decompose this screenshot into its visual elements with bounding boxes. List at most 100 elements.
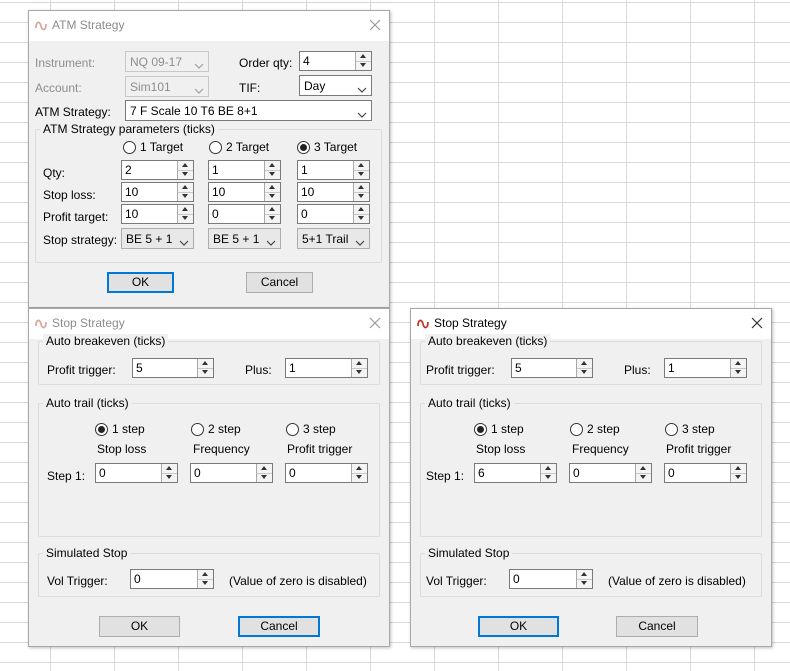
col-header-stop-loss: Stop loss — [476, 442, 526, 456]
spin-down-icon[interactable] — [265, 214, 280, 223]
simulated-stop-legend: Simulated Stop — [425, 546, 513, 560]
atm-cancel-button[interactable]: Cancel — [246, 272, 313, 293]
auto-breakeven-legend: Auto breakeven (ticks) — [425, 334, 551, 348]
col-header-profit-trigger: Profit trigger — [666, 442, 732, 456]
stop-strategy-target-2-select[interactable]: BE 5 + 1 — [208, 228, 281, 249]
plus-value: 1 — [668, 361, 675, 375]
spin-down-icon[interactable] — [354, 192, 369, 201]
tif-label: TIF: — [239, 81, 261, 95]
radio-label: 1 Target — [140, 140, 184, 154]
vol-trigger-input[interactable]: 0 — [130, 569, 214, 589]
stop-strategy-target-1-select[interactable]: BE 5 + 1 — [121, 228, 194, 249]
stop-strategy-target-3-value: 5+1 Trail 6 — [302, 232, 349, 246]
step1-label: Step 1: — [47, 469, 86, 483]
account-select[interactable]: Sim101 — [125, 76, 209, 97]
spin-down-icon[interactable] — [541, 473, 556, 482]
stop-right-cancel-button[interactable]: Cancel — [616, 616, 698, 637]
spin-down-icon[interactable] — [257, 473, 272, 482]
vol-trigger-label: Vol Trigger: — [426, 574, 487, 588]
chevron-down-icon — [266, 235, 276, 246]
spin-down-icon[interactable] — [198, 579, 213, 588]
profit-trigger-value: 5 — [136, 361, 143, 375]
stop-strategy-label: Stop strategy: — [43, 233, 118, 247]
stop-loss-target-2-input[interactable]: 10 — [208, 182, 281, 202]
atm-dialog-title: ATM Strategy — [52, 18, 125, 32]
stop-loss-target-1-value: 10 — [125, 185, 139, 199]
spin-down-icon[interactable] — [162, 473, 177, 482]
spin-down-icon[interactable] — [265, 192, 280, 201]
spin-down-icon[interactable] — [265, 170, 280, 179]
col-header-frequency: Frequency — [572, 442, 629, 456]
profit-trigger-label: Profit trigger: — [426, 363, 495, 377]
account-label: Account: — [35, 81, 82, 95]
atm-title-bar[interactable]: ATM Strategy — [29, 11, 389, 41]
qty-label: Qty: — [43, 166, 66, 180]
spin-down-icon[interactable] — [352, 368, 367, 377]
step1-profit-trigger-input[interactable]: 0 — [285, 463, 368, 483]
vol-trigger-note: (Value of zero is disabled) — [229, 574, 367, 588]
vol-trigger-note: (Value of zero is disabled) — [608, 574, 746, 588]
profit-target-2-input[interactable]: 0 — [208, 204, 281, 224]
profit-target-3-value: 0 — [301, 207, 308, 221]
vol-trigger-value: 0 — [134, 572, 141, 586]
profit-target-3-input[interactable]: 0 — [297, 204, 370, 224]
spin-down-icon[interactable] — [178, 170, 193, 179]
stop-left-ok-button[interactable]: OK — [99, 616, 180, 637]
order-qty-value: 4 — [303, 54, 310, 68]
step1-frequency-input[interactable]: 0 — [569, 463, 652, 483]
simulated-stop-legend: Simulated Stop — [43, 546, 131, 560]
spin-down-icon[interactable] — [577, 579, 592, 588]
plus-input[interactable]: 1 — [285, 358, 368, 378]
tif-select[interactable]: Day — [299, 75, 372, 96]
qty-target-1-input[interactable]: 2 — [121, 160, 194, 180]
auto-breakeven-legend: Auto breakeven (ticks) — [43, 334, 169, 348]
vol-trigger-input[interactable]: 0 — [509, 569, 593, 589]
stop-right-ok-button[interactable]: OK — [478, 616, 559, 637]
close-icon[interactable] — [749, 315, 765, 331]
step1-stop-loss-input[interactable]: 0 — [95, 463, 178, 483]
col-header-frequency: Frequency — [193, 442, 250, 456]
vol-trigger-label: Vol Trigger: — [47, 574, 108, 588]
profit-trigger-input[interactable]: 5 — [132, 358, 214, 378]
plus-input[interactable]: 1 — [664, 358, 747, 378]
spin-down-icon[interactable] — [354, 170, 369, 179]
spin-down-icon[interactable] — [178, 214, 193, 223]
qty-target-3-input[interactable]: 1 — [297, 160, 370, 180]
stop-strategy-target-3-select[interactable]: 5+1 Trail 6 — [297, 228, 370, 249]
instrument-select[interactable]: NQ 09-17 — [125, 51, 209, 72]
spin-down-icon[interactable] — [178, 192, 193, 201]
profit-target-1-input[interactable]: 10 — [121, 204, 194, 224]
account-value: Sim101 — [130, 80, 171, 94]
close-icon[interactable] — [367, 315, 383, 331]
qty-target-2-value: 1 — [212, 163, 219, 177]
stop-loss-target-3-input[interactable]: 10 — [297, 182, 370, 202]
step1-stop-loss-value: 6 — [478, 466, 485, 480]
radio-label: 2 Target — [226, 140, 270, 154]
instrument-label: Instrument: — [35, 56, 96, 70]
atm-ok-button[interactable]: OK — [107, 272, 174, 293]
spin-down-icon[interactable] — [352, 473, 367, 482]
chevron-down-icon — [357, 82, 367, 93]
stop-right-title: Stop Strategy — [434, 316, 507, 330]
order-qty-input[interactable]: 4 — [299, 51, 372, 71]
spin-down-icon[interactable] — [198, 368, 213, 377]
step1-profit-trigger-input[interactable]: 0 — [664, 463, 747, 483]
spin-down-icon[interactable] — [636, 473, 651, 482]
order-qty-label: Order qty: — [239, 56, 293, 70]
profit-target-1-value: 10 — [125, 207, 139, 221]
close-icon[interactable] — [367, 17, 383, 33]
app-logo-icon — [417, 319, 429, 329]
step1-stop-loss-input[interactable]: 6 — [474, 463, 557, 483]
qty-target-2-input[interactable]: 1 — [208, 160, 281, 180]
stop-left-cancel-button[interactable]: Cancel — [238, 616, 320, 637]
spin-down-icon[interactable] — [354, 214, 369, 223]
plus-label: Plus: — [245, 363, 272, 377]
spin-down-icon[interactable] — [731, 368, 746, 377]
stop-loss-target-1-input[interactable]: 10 — [121, 182, 194, 202]
spin-down-icon[interactable] — [731, 473, 746, 482]
profit-trigger-input[interactable]: 5 — [511, 358, 593, 378]
atm-strategy-select[interactable]: 7 F Scale 10 T6 BE 8+1 — [125, 100, 372, 121]
spin-down-icon[interactable] — [356, 61, 371, 70]
spin-down-icon[interactable] — [577, 368, 592, 377]
step1-frequency-input[interactable]: 0 — [190, 463, 273, 483]
